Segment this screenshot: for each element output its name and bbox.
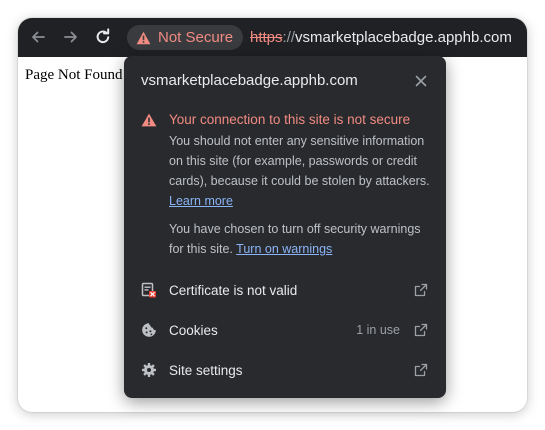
reload-icon [96,28,110,44]
learn-more-link[interactable]: Learn more [169,194,233,208]
reload-button[interactable] [92,26,114,48]
popup-title: vsmarketplacebadge.apphb.com [141,72,358,89]
warning-title: Your connection to this site is not secu… [169,112,411,127]
certificate-label: Certificate is not valid [169,282,298,298]
cookies-row[interactable]: Cookies 1 in use [124,310,446,350]
external-link-icon [414,323,428,337]
page-body-text: Page Not Found [25,67,123,83]
site-settings-label: Site settings [169,362,243,378]
close-icon [415,75,427,87]
warning-paragraph: You should not enter any sensitive infor… [169,131,431,211]
url-host: vsmarketplacebadge.apphb.com [295,29,512,46]
cookies-in-use-count: 1 in use [356,323,400,337]
back-button[interactable] [27,26,49,48]
external-link-icon [414,283,428,297]
url-separator: :// [282,29,296,46]
warning-triangle-icon [141,113,157,127]
address-bar-url[interactable]: https://vsmarketplacebadge.apphb.com [250,29,512,46]
site-info-popup: vsmarketplacebadge.apphb.com Your connec… [124,56,446,398]
certificate-row[interactable]: Certificate is not valid [124,270,446,310]
warnings-off-paragraph: You have chosen to turn off security war… [169,219,431,259]
warning-triangle-icon [136,31,151,44]
gear-icon [141,362,157,378]
arrow-left-icon [32,31,45,43]
forward-button[interactable] [60,26,82,48]
turn-on-warnings-link[interactable]: Turn on warnings [236,242,332,256]
warning-body: You should not enter any sensitive infor… [169,131,431,259]
browser-toolbar: Not Secure https://vsmarketplacebadge.ap… [18,18,527,57]
warning-text: You should not enter any sensitive infor… [169,134,430,188]
url-scheme: https [250,29,283,46]
cookie-icon [141,322,157,338]
not-secure-chip[interactable]: Not Secure [127,25,244,50]
site-settings-row[interactable]: Site settings [124,350,446,390]
cookies-label: Cookies [169,322,218,338]
close-button[interactable] [411,71,431,91]
arrow-right-icon [64,31,77,43]
certificate-error-icon [141,282,157,298]
not-secure-label: Not Secure [158,29,234,46]
external-link-icon [414,363,428,377]
